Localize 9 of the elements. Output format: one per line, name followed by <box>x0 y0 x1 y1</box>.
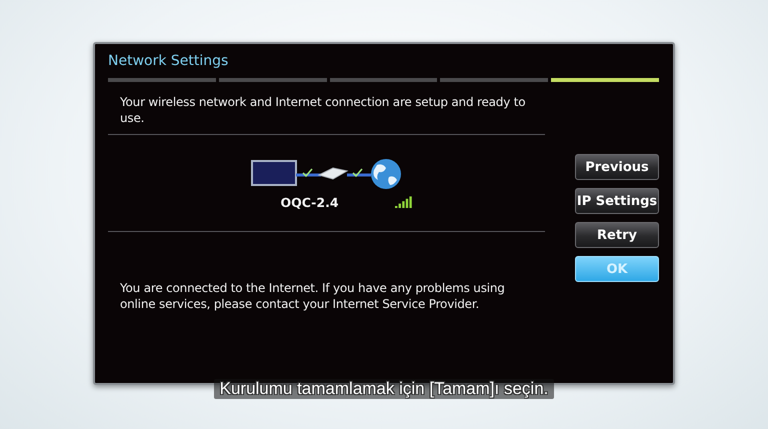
video-subtitle: Kurulumu tamamlamak için [Tamam]ı seçin. <box>214 379 554 399</box>
dialog-title: Network Settings <box>108 52 230 71</box>
dialog-button[interactable]: IP Settings <box>575 188 659 214</box>
info-message: You are connected to the Internet. If you have any problems using online services, please contact your Internet Service Provider. <box>119 280 506 312</box>
status-message: Your wireless network and Internet connection are setup and ready to use. <box>119 94 526 126</box>
dialog-button[interactable]: Previous <box>575 154 659 180</box>
network-name: OQC-2.4 <box>280 194 339 210</box>
signal-strength-icon <box>394 196 413 208</box>
dialog-button[interactable]: Retry <box>575 222 659 248</box>
